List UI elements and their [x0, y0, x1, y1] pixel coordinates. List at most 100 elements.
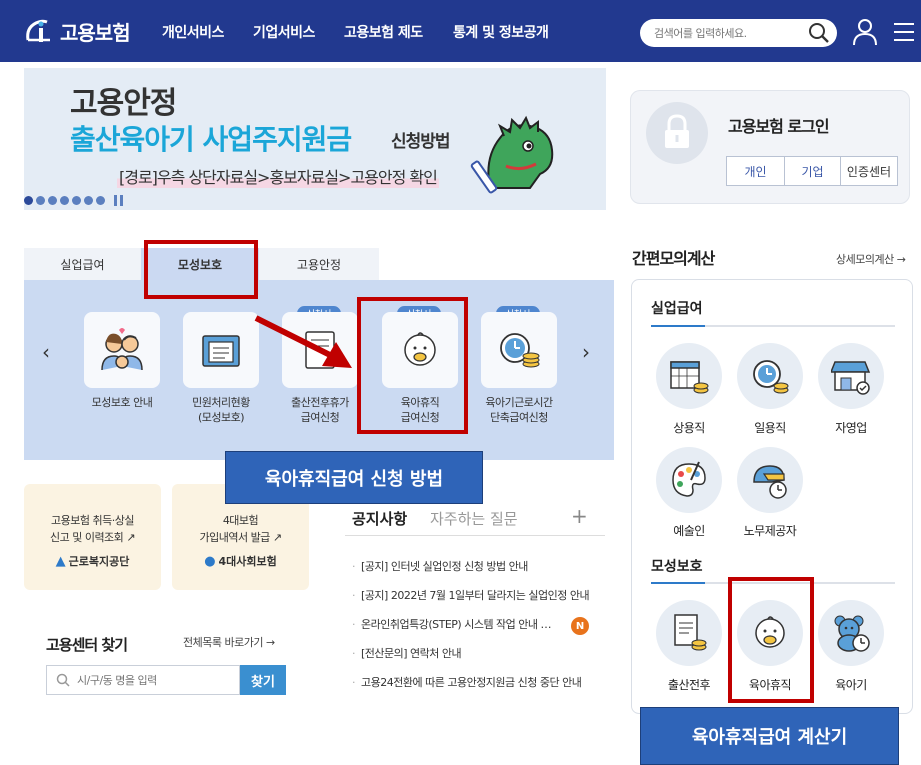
divider-accent [651, 582, 705, 584]
card-logo-text: 근로복지공단 [68, 555, 130, 568]
logo-mark-icon [26, 19, 50, 42]
search-input[interactable] [654, 24, 804, 42]
calc-label: 상용직 [673, 421, 705, 435]
parents-icon [101, 328, 143, 371]
annotation-box-parental-leave-calc [728, 577, 814, 703]
calc-daily-worker[interactable] [737, 343, 803, 409]
calc-label: 예술인 [673, 524, 705, 538]
tab-faq[interactable]: 자주하는 질문 [430, 508, 518, 529]
menu-icon[interactable] [893, 20, 915, 44]
calc-label: 자영업 [835, 421, 867, 435]
detailed-calculator-link[interactable]: 상세모의계산 → [836, 251, 906, 267]
site-logo[interactable]: 고용보험 [22, 14, 131, 48]
banner-dot[interactable] [72, 196, 81, 205]
tab-employment-stability[interactable]: 고용안정 [259, 248, 379, 280]
banner-dot[interactable] [84, 196, 93, 205]
login-personal-button[interactable]: 개인 [727, 157, 785, 185]
logo-text: 고용보험 [60, 20, 131, 45]
calc-section-title: 실업급여 [651, 301, 703, 317]
document-coins-icon [674, 614, 707, 651]
banner-dot[interactable] [24, 196, 33, 205]
link-text: 상세모의계산 [836, 253, 894, 266]
next-arrow-icon[interactable]: › [582, 340, 590, 364]
notice-item[interactable]: [공지] 인터넷 실업인정 신청 방법 안내 [352, 558, 592, 574]
teddy-bear-clock-icon [834, 615, 870, 652]
job-center-list-link[interactable]: 전체목록 바로가기 → [183, 634, 275, 650]
helmet-clock-icon [753, 465, 787, 499]
prev-arrow-icon[interactable]: ‹ [42, 340, 50, 364]
service-reduced-hours-benefit[interactable] [481, 312, 557, 388]
calc-label: 일용직 [754, 421, 786, 435]
card-line: 고용보험 취득·상실 [51, 514, 134, 527]
calc-maternity-leave[interactable] [656, 600, 722, 666]
calculator-title: 간편모의계산 [632, 249, 715, 268]
store-icon [831, 361, 871, 395]
calc-childcare-period[interactable] [818, 600, 884, 666]
folder-document-icon [202, 335, 240, 367]
banner-path-text: [경로]우측 상단자료실>홍보자료실>고용안정 확인 [117, 164, 439, 188]
arrow-right-icon: → [265, 636, 275, 649]
annotation-box-maternity-tab [144, 240, 258, 299]
callout-parental-leave-calculator: 육아휴직급여 계산기 [640, 707, 899, 765]
4insure-logo: ● 4대사회보험 [172, 553, 309, 569]
banner-dot[interactable] [48, 196, 57, 205]
annotation-box-parental-leave-service [357, 297, 468, 434]
search-icon [56, 673, 70, 687]
service-complaint-status[interactable] [183, 312, 259, 388]
tab-notices[interactable]: 공지사항 [352, 508, 407, 529]
job-center-search-input[interactable] [46, 665, 240, 695]
clock-coins-icon [500, 333, 540, 368]
tab-unemployment[interactable]: 실업급여 [24, 248, 141, 280]
red-arrow-icon [254, 315, 352, 368]
login-title: 고용보험 로그인 [728, 117, 830, 136]
card-line: 신고 및 이력조회 [49, 531, 124, 544]
service-maternity-guide[interactable] [84, 312, 160, 388]
more-plus-icon[interactable]: + [571, 504, 588, 528]
search-icon[interactable] [807, 21, 831, 45]
service-label: 민원처리현황 (모성보호) [192, 396, 250, 424]
banner-dot[interactable] [36, 196, 45, 205]
nav-statistics[interactable]: 통계 및 정보공개 [453, 22, 549, 42]
divider [345, 535, 605, 536]
banner-subtitle-suffix: 신청방법 [391, 132, 451, 152]
job-center-title: 고용센터 찾기 [46, 636, 128, 654]
calc-labor-provider[interactable] [737, 447, 803, 513]
banner-dot[interactable] [96, 196, 105, 205]
divider-accent [651, 325, 705, 327]
banner-dot[interactable] [60, 196, 69, 205]
login-cert-center-button[interactable]: 인증센터 [841, 157, 897, 185]
user-icon[interactable] [852, 18, 878, 46]
clock-coins-icon [753, 360, 789, 394]
banner-pagination[interactable] [24, 195, 123, 206]
pause-icon[interactable] [114, 195, 123, 206]
service-label: 모성보호 안내 [91, 396, 153, 409]
calendar-coins-icon [670, 361, 709, 394]
nav-business-services[interactable]: 기업서비스 [253, 22, 315, 42]
calc-artist[interactable] [656, 447, 722, 513]
notice-item[interactable]: [공지] 2022년 7월 1일부터 달라지는 실업인정 안내 [352, 587, 592, 603]
calc-label: 출산전후 [667, 678, 711, 692]
calc-regular-worker[interactable] [656, 343, 722, 409]
nav-insurance-system[interactable]: 고용보험 제도 [344, 22, 423, 42]
notice-item[interactable]: 고용24전환에 따른 고용안정지원금 신청 중단 안내 [352, 674, 592, 690]
card-logo-text: 4대사회보험 [218, 555, 277, 568]
link-text: 전체목록 바로가기 [183, 636, 263, 649]
card-line: 가입내역서 발급 [199, 531, 270, 544]
card-text: 고용보험 취득·상실 신고 및 이력조회 ↗ [24, 512, 161, 546]
callout-parental-leave-application: 육아휴직급여 신청 방법 [225, 451, 483, 504]
calc-label: 노무제공자 [743, 524, 797, 538]
calc-self-employed[interactable] [818, 343, 884, 409]
nav-personal-services[interactable]: 개인서비스 [162, 22, 224, 42]
external-link-icon: ↗ [126, 531, 136, 544]
notice-item[interactable]: [전산문의] 연락처 안내 [352, 645, 592, 661]
login-business-button[interactable]: 기업 [785, 157, 841, 185]
search-box [640, 19, 837, 47]
card-text: 4대보험 가입내역서 발급 ↗ [172, 512, 309, 546]
notice-item[interactable]: 온라인취업특강(STEP) 시스템 작업 안내 … [352, 616, 566, 632]
external-link-icon: ↗ [272, 531, 282, 544]
job-center-search-button[interactable]: 찾기 [240, 665, 286, 695]
new-badge: N [571, 617, 589, 635]
job-center-finder [24, 605, 309, 717]
kcomwel-logo: ▲ 근로복지공단 [24, 553, 161, 569]
service-label: 육아기근로시간 단축급여신청 [485, 396, 553, 424]
